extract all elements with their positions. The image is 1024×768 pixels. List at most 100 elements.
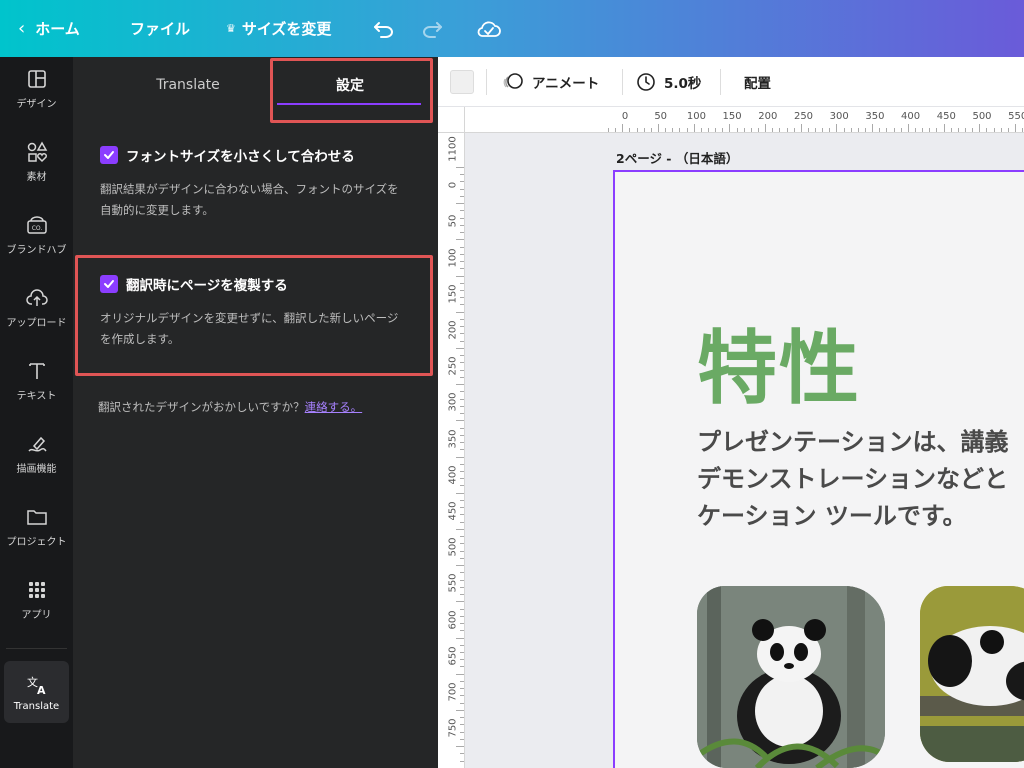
ruler-tick: [729, 124, 731, 132]
ruler-tick: [1022, 128, 1024, 132]
rail-item-translate[interactable]: 文A Translate: [4, 661, 69, 723]
ruler-tick: [460, 579, 464, 581]
translate-panel: Translate 設定 フォントサイズを小さくして合わせる 翻訳結果がデザイン…: [73, 57, 449, 768]
ruler-tick-label: 400: [901, 111, 921, 122]
ruler-tick: [665, 128, 667, 132]
background-color-swatch[interactable]: [450, 70, 474, 94]
ruler-tick: [460, 724, 464, 726]
ruler-tick: [460, 557, 464, 559]
duplicate-page-checkbox[interactable]: [100, 275, 118, 293]
clock-icon: [637, 73, 655, 91]
toolbar-divider: [622, 69, 623, 95]
ruler-tick: [460, 738, 464, 740]
ruler-tick: [750, 128, 752, 132]
shrink-font-checkbox[interactable]: [100, 146, 118, 164]
rail-item-projects[interactable]: プロジェクト: [0, 495, 73, 557]
ruler-tick: [460, 188, 464, 190]
ruler-tick: [460, 521, 464, 523]
cloud-save-button[interactable]: [476, 0, 502, 57]
ruler-tick: [815, 128, 817, 132]
ruler-tick: [460, 695, 464, 697]
ruler-tick: [460, 232, 464, 233]
ruler-tick: [460, 181, 464, 183]
ruler-tick: [636, 128, 638, 132]
ruler-tick-label: 500: [447, 537, 459, 557]
shrink-font-label: フォントサイズを小さくして合わせる: [126, 149, 355, 165]
ruler-tick: [460, 253, 464, 255]
ruler-tick: [460, 688, 464, 690]
ruler-tick: [456, 311, 464, 313]
ruler-tick: [650, 128, 652, 132]
rail-item-draw[interactable]: 描画機能: [0, 422, 73, 484]
ruler-tick: [829, 128, 831, 132]
ruler-tick: [907, 124, 909, 132]
rail-item-elements[interactable]: 素材: [0, 130, 73, 192]
ruler-tick: [922, 128, 924, 132]
ruler-tick: [700, 128, 702, 132]
home-button[interactable]: ‹ ホーム: [18, 0, 80, 57]
ruler-tick: [460, 507, 464, 509]
duplicate-page-label: 翻訳時にページを複製する: [126, 278, 288, 294]
ruler-tick: [460, 514, 464, 516]
rail-item-upload[interactable]: アップロード: [0, 276, 73, 338]
position-label: 配置: [744, 76, 771, 92]
ruler-tick: [460, 326, 464, 328]
ruler-tick-label: 700: [447, 682, 459, 702]
ruler-tick: [460, 572, 464, 574]
rail-item-label: 描画機能: [16, 463, 57, 475]
file-label: ファイル: [130, 20, 191, 38]
ruler-tick-label: 250: [447, 356, 459, 376]
ruler-tick: [460, 282, 464, 284]
ruler-tick: [657, 124, 659, 132]
ruler-tick: [460, 681, 464, 682]
position-button[interactable]: 配置: [744, 57, 771, 107]
toolbar-divider: [720, 69, 721, 95]
rail-item-brand-hub[interactable]: CO. ブランドハブ: [0, 203, 73, 265]
ruler-tick: [929, 128, 931, 132]
ruler-tick: [456, 601, 464, 603]
ruler-tick: [772, 128, 774, 132]
resize-button[interactable]: ♛ サイズを変更: [226, 0, 331, 57]
page-label: 2ページ - （日本語）: [616, 151, 739, 166]
ruler-tick: [936, 128, 938, 132]
undo-button[interactable]: [372, 0, 396, 57]
ruler-tick: [857, 128, 859, 132]
ruler-tick-label: 50: [447, 215, 459, 228]
ruler-tick: [460, 246, 464, 248]
rail-item-label: アプリ: [21, 609, 52, 621]
animate-button[interactable]: アニメート: [502, 57, 599, 107]
ruler-tick: [900, 128, 902, 132]
file-menu-button[interactable]: ファイル: [130, 0, 190, 57]
ruler-tick: [460, 623, 464, 624]
ruler-tick: [456, 529, 464, 530]
top-bar: ‹ ホーム ファイル ♛ サイズを変更: [0, 0, 1024, 57]
ruler-tick: [460, 391, 464, 393]
ruler-tick-label: 350: [447, 429, 459, 449]
page-body-text[interactable]: プレゼンテーションは、講義 デモンストレーションなどと ケーション ツールです。: [697, 424, 1009, 535]
contact-link[interactable]: 連絡する。: [305, 400, 363, 414]
ruler-tick-label: 150: [722, 111, 742, 122]
shrink-font-description: 翻訳結果がデザインに合わない場合、フォントのサイズを 自動的に変更します。: [100, 179, 420, 221]
ruler-tick: [460, 702, 464, 704]
rail-item-design[interactable]: デザイン: [0, 57, 73, 119]
upload-icon: [25, 286, 49, 310]
rail-item-apps[interactable]: アプリ: [0, 568, 73, 630]
panda-photo-2[interactable]: [920, 586, 1024, 762]
ruler-tick: [460, 195, 464, 197]
ruler-tick: [460, 652, 464, 653]
rail-item-text[interactable]: テキスト: [0, 349, 73, 411]
canvas-page[interactable]: 特性 プレゼンテーションは、講義 デモンストレーションなどと ケーション ツール…: [613, 170, 1024, 768]
ruler-tick: [460, 224, 464, 226]
check-icon: [104, 151, 114, 159]
page-heading[interactable]: 特性: [697, 304, 861, 420]
duration-button[interactable]: 5.0秒: [636, 57, 701, 107]
ruler-tick: [460, 608, 464, 610]
ruler-tick: [836, 124, 838, 132]
panda-photo-1[interactable]: [697, 586, 885, 768]
ruler-tick: [456, 239, 464, 241]
ruler-tick: [979, 124, 981, 132]
redo-button[interactable]: [420, 0, 444, 57]
tab-translate[interactable]: Translate: [113, 57, 263, 113]
ruler-tick: [460, 427, 464, 429]
ruler-tick-label: 750: [447, 718, 459, 738]
